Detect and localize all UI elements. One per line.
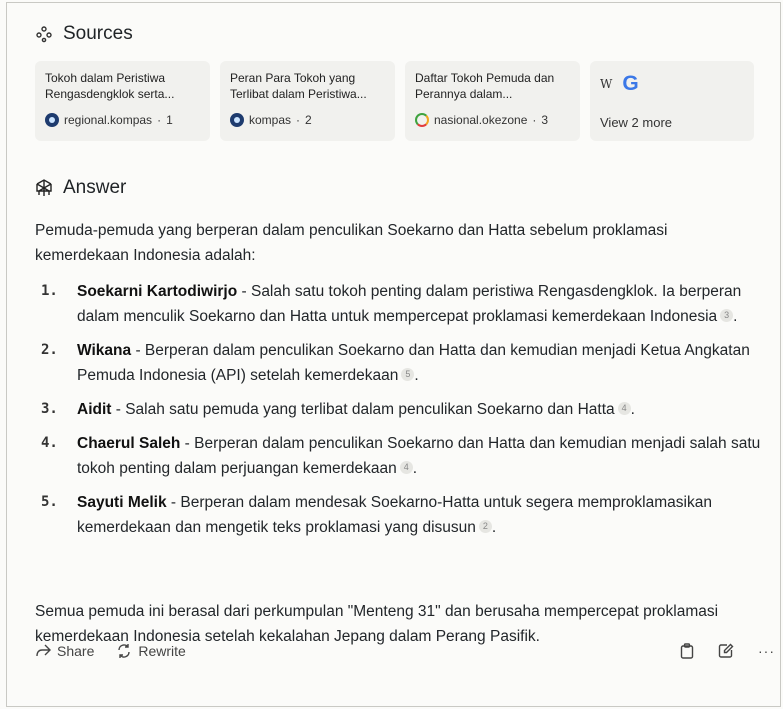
citation-badge[interactable]: 5 <box>401 368 415 381</box>
view-more-sources-card[interactable]: W G View 2 more <box>590 61 754 141</box>
answer-title: Answer <box>63 177 127 198</box>
person-name: Chaerul Saleh <box>77 435 181 452</box>
person-name: Sayuti Melik <box>77 494 167 511</box>
list-item: 4. Chaerul Saleh - Berperan dalam pencul… <box>35 431 780 481</box>
item-end: . <box>733 308 738 325</box>
answer-panel: Sources Tokoh dalam Peristiwa Rengasdeng… <box>6 2 781 707</box>
source-card[interactable]: Peran Para Tokoh yang Terlibat dalam Per… <box>220 61 395 141</box>
wikipedia-icon: W <box>600 77 613 91</box>
ellipsis-icon[interactable]: ··· <box>758 643 775 659</box>
source-meta: regional.kompas · 1 <box>45 113 173 127</box>
list-number: 4. <box>41 435 58 451</box>
answer-actions: Share Rewrite ··· <box>35 643 775 659</box>
item-end: . <box>491 519 497 536</box>
person-name: Soekarni Kartodiwirjo <box>77 283 238 300</box>
share-button[interactable]: Share <box>35 643 94 659</box>
list-item: 3. Aidit - Salah satu pemuda yang terlib… <box>35 397 780 422</box>
answer-outro: Semua pemuda ini berasal dari perkumpula… <box>35 603 719 645</box>
citation-badge[interactable]: 4 <box>617 402 631 415</box>
share-icon <box>35 644 51 658</box>
kompas-favicon <box>45 113 59 127</box>
sources-title: Sources <box>63 23 133 44</box>
source-site: nasional.okezone <box>434 113 528 127</box>
source-separator: · <box>296 113 301 127</box>
item-end: . <box>412 460 418 477</box>
citation-badge[interactable]: 3 <box>720 309 734 322</box>
list-item: 5. Sayuti Melik - Berperan dalam mendesa… <box>35 490 780 540</box>
sources-dots-icon <box>35 25 53 43</box>
source-meta: kompas · 2 <box>230 113 312 127</box>
source-card[interactable]: Tokoh dalam Peristiwa Rengasdengklok ser… <box>35 61 210 141</box>
source-card[interactable]: Daftar Tokoh Pemuda dan Perannya dalam..… <box>405 61 580 141</box>
person-name: Aidit <box>77 401 112 418</box>
perplexity-logo-icon <box>35 179 53 197</box>
sources-header: Sources <box>35 23 133 45</box>
rewrite-label: Rewrite <box>138 643 186 659</box>
okezone-favicon <box>415 113 429 127</box>
person-name: Wikana <box>77 342 132 359</box>
source-meta: nasional.okezone · 3 <box>415 113 548 127</box>
list-item: 1. Soekarni Kartodiwirjo - Salah satu to… <box>35 279 780 329</box>
item-description: - Salah satu pemuda yang terlibat dalam … <box>111 401 615 418</box>
source-card-title: Tokoh dalam Peristiwa Rengasdengklok ser… <box>45 71 175 101</box>
list-number: 2. <box>41 342 58 358</box>
source-index: 1 <box>166 113 173 127</box>
source-separator: · <box>532 113 537 127</box>
citation-badge[interactable]: 2 <box>478 520 492 533</box>
source-site: kompas <box>249 113 292 127</box>
item-end: . <box>414 367 419 384</box>
rewrite-button[interactable]: Rewrite <box>116 643 186 659</box>
answer-intro: Pemuda-pemuda yang berperan dalam pencul… <box>35 222 668 264</box>
list-number: 1. <box>41 283 58 299</box>
answer-list: 1. Soekarni Kartodiwirjo - Salah satu to… <box>35 279 780 549</box>
source-card-title: Peran Para Tokoh yang Terlibat dalam Per… <box>230 71 367 101</box>
source-index: 3 <box>541 113 549 127</box>
list-number: 3. <box>41 401 58 417</box>
list-number: 5. <box>41 494 58 510</box>
list-item: 2. Wikana - Berperan dalam penculikan So… <box>35 338 780 388</box>
item-end: . <box>630 401 635 418</box>
answer-header: Answer <box>35 177 126 199</box>
kompas-favicon <box>230 113 244 127</box>
source-separator: · <box>157 113 162 127</box>
clipboard-icon[interactable] <box>680 643 694 659</box>
source-card-title: Daftar Tokoh Pemuda dan Perannya dalam..… <box>415 71 555 101</box>
source-index: 2 <box>305 113 312 127</box>
source-cards: Tokoh dalam Peristiwa Rengasdengklok ser… <box>35 61 754 141</box>
view-more-label: View 2 more <box>600 115 673 130</box>
edit-icon[interactable] <box>718 643 734 659</box>
share-label: Share <box>57 643 95 659</box>
source-site: regional.kompas <box>64 113 153 127</box>
google-icon: G <box>622 72 639 95</box>
answer-tools: ··· <box>680 643 775 659</box>
rewrite-icon <box>116 643 132 659</box>
item-description: - Berperan dalam mendesak Soekarno-Hatta… <box>77 494 712 536</box>
citation-badge[interactable]: 4 <box>399 461 413 474</box>
more-source-icons: W G <box>600 72 744 96</box>
item-description: - Berperan dalam penculikan Soekarno dan… <box>77 435 761 477</box>
